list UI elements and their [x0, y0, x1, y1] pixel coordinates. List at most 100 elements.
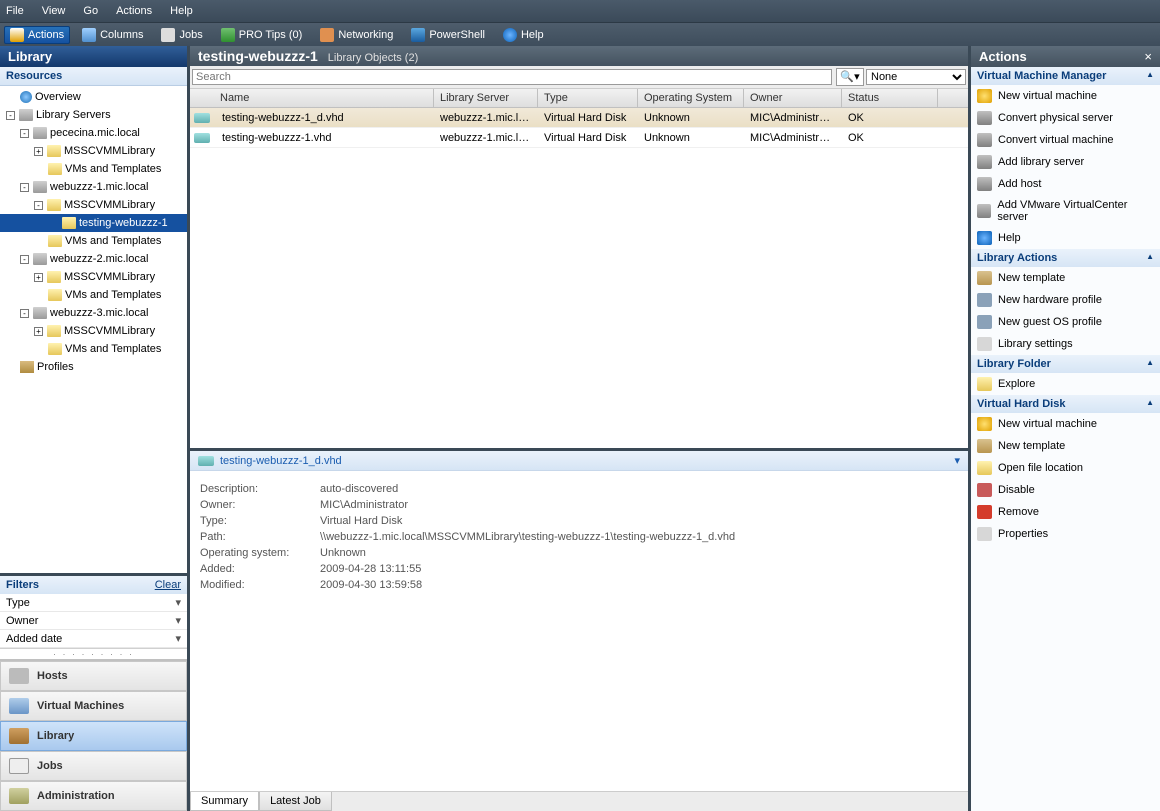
filters-clear-link[interactable]: Clear	[155, 579, 181, 591]
menu-help[interactable]: Help	[170, 5, 193, 17]
tab-latest-job[interactable]: Latest Job	[259, 792, 332, 811]
tree-s1-vms[interactable]: VMs and Templates	[0, 160, 187, 178]
action-new-hw-profile[interactable]: New hardware profile	[971, 289, 1160, 311]
nav-hosts[interactable]: Hosts	[0, 661, 187, 691]
server-icon	[977, 133, 992, 147]
collapse-icon[interactable]: -	[20, 255, 29, 264]
action-new-template[interactable]: New template	[971, 267, 1160, 289]
expand-icon[interactable]: +	[34, 273, 43, 282]
expand-icon[interactable]: +	[34, 147, 43, 156]
collapse-icon[interactable]: ▲	[1146, 358, 1154, 370]
cell-status: OK	[842, 130, 938, 146]
search-button[interactable]: 🔍▾	[836, 68, 864, 86]
server-icon	[977, 155, 992, 169]
splitter[interactable]: · · · · · · · · ·	[0, 648, 187, 659]
collapse-icon[interactable]: -	[20, 129, 29, 138]
col-os[interactable]: Operating System	[638, 89, 744, 107]
tree-s3-vms[interactable]: VMs and Templates	[0, 286, 187, 304]
tree-s4-vms[interactable]: VMs and Templates	[0, 340, 187, 358]
grid-row[interactable]: testing-webuzzz-1_d.vhd webuzzz-1.mic.lo…	[190, 108, 968, 128]
action-help[interactable]: Help	[971, 227, 1160, 249]
filter-type[interactable]: Type▾	[0, 594, 187, 612]
action-add-vmware-vc[interactable]: Add VMware VirtualCenter server	[971, 195, 1160, 227]
action-new-vm[interactable]: New virtual machine	[971, 85, 1160, 107]
action-add-host[interactable]: Add host	[971, 173, 1160, 195]
toolbar-actions-button[interactable]: Actions	[4, 26, 70, 44]
collapse-icon[interactable]: -	[34, 201, 43, 210]
powershell-icon	[411, 28, 425, 42]
cell-lib: webuzzz-1.mic.lo...	[434, 130, 538, 146]
tree-server-pececina[interactable]: -pececina.mic.local	[0, 124, 187, 142]
disable-icon	[977, 483, 992, 497]
toolbar-help-button[interactable]: Help	[497, 26, 550, 44]
center-pane: testing-webuzzz-1 Library Objects (2) 🔍▾…	[190, 46, 971, 811]
toolbar-jobs-button[interactable]: Jobs	[155, 26, 208, 44]
action-vhd-new-vm[interactable]: New virtual machine	[971, 413, 1160, 435]
close-icon[interactable]: ×	[1144, 49, 1152, 64]
collapse-icon[interactable]: ▲	[1146, 252, 1154, 264]
chevron-down-icon[interactable]: ▾	[954, 454, 960, 467]
action-vhd-new-template[interactable]: New template	[971, 435, 1160, 457]
search-input[interactable]	[192, 69, 832, 85]
nav-virtual-machines[interactable]: Virtual Machines	[0, 691, 187, 721]
action-properties[interactable]: Properties	[971, 523, 1160, 545]
tree-s2-vms[interactable]: VMs and Templates	[0, 232, 187, 250]
detail-type: Virtual Hard Disk	[320, 513, 739, 529]
toolbar-protips-button[interactable]: PRO Tips (0)	[215, 26, 309, 44]
action-convert-virtual[interactable]: Convert virtual machine	[971, 129, 1160, 151]
action-add-library-server[interactable]: Add library server	[971, 151, 1160, 173]
action-disable[interactable]: Disable	[971, 479, 1160, 501]
collapse-icon[interactable]: -	[6, 111, 15, 120]
tree-library-servers[interactable]: -Library Servers	[0, 106, 187, 124]
menu-file[interactable]: File	[6, 5, 24, 17]
tree-profiles[interactable]: Profiles	[0, 358, 187, 376]
tree-s1-lib[interactable]: +MSSCVMMLibrary	[0, 142, 187, 160]
filter-owner[interactable]: Owner▾	[0, 612, 187, 630]
expand-icon[interactable]: +	[34, 327, 43, 336]
menu-go[interactable]: Go	[83, 5, 98, 17]
action-new-guest-os-profile[interactable]: New guest OS profile	[971, 311, 1160, 333]
collapse-icon[interactable]: -	[20, 309, 29, 318]
tree-overview[interactable]: Overview	[0, 88, 187, 106]
tree-server-webuzzz2[interactable]: -webuzzz-2.mic.local	[0, 250, 187, 268]
nav-administration[interactable]: Administration	[0, 781, 187, 811]
menu-view[interactable]: View	[42, 5, 66, 17]
cell-name: testing-webuzzz-1.vhd	[216, 130, 434, 146]
template-icon	[977, 271, 992, 285]
grid-row[interactable]: testing-webuzzz-1.vhd webuzzz-1.mic.lo..…	[190, 128, 968, 148]
toolbar-columns-button[interactable]: Columns	[76, 26, 149, 44]
filter-added-date[interactable]: Added date▾	[0, 630, 187, 648]
delete-icon	[977, 505, 992, 519]
tab-summary[interactable]: Summary	[190, 792, 259, 811]
col-name[interactable]: Name	[190, 89, 434, 107]
action-explore[interactable]: Explore	[971, 373, 1160, 395]
tree-server-webuzzz1[interactable]: -webuzzz-1.mic.local	[0, 178, 187, 196]
col-owner[interactable]: Owner	[744, 89, 842, 107]
nav-buttons: Hosts Virtual Machines Library Jobs Admi…	[0, 659, 187, 811]
col-status[interactable]: Status	[842, 89, 938, 107]
tree-s2-lib[interactable]: -MSSCVMMLibrary	[0, 196, 187, 214]
nav-jobs[interactable]: Jobs	[0, 751, 187, 781]
toolbar-networking-button[interactable]: Networking	[314, 26, 399, 44]
tree-s3-lib[interactable]: +MSSCVMMLibrary	[0, 268, 187, 286]
library-icon	[9, 728, 29, 744]
toolbar-powershell-button[interactable]: PowerShell	[405, 26, 491, 44]
nav-library[interactable]: Library	[0, 721, 187, 751]
collapse-icon[interactable]: ▲	[1146, 398, 1154, 410]
details-table: Description:auto-discovered Owner:MIC\Ad…	[200, 481, 739, 593]
tree-s4-lib[interactable]: +MSSCVMMLibrary	[0, 322, 187, 340]
action-library-settings[interactable]: Library settings	[971, 333, 1160, 355]
col-type[interactable]: Type	[538, 89, 638, 107]
collapse-icon[interactable]: -	[20, 183, 29, 192]
folder-icon	[977, 377, 992, 391]
tree-server-webuzzz3[interactable]: -webuzzz-3.mic.local	[0, 304, 187, 322]
chevron-down-icon: ▾	[175, 632, 181, 645]
filter-select[interactable]: None	[866, 69, 966, 85]
collapse-icon[interactable]: ▲	[1146, 70, 1154, 82]
action-open-file-location[interactable]: Open file location	[971, 457, 1160, 479]
action-remove[interactable]: Remove	[971, 501, 1160, 523]
col-library-server[interactable]: Library Server	[434, 89, 538, 107]
tree-testing-webuzzz-1[interactable]: testing-webuzzz-1	[0, 214, 187, 232]
action-convert-physical[interactable]: Convert physical server	[971, 107, 1160, 129]
menu-actions[interactable]: Actions	[116, 5, 152, 17]
